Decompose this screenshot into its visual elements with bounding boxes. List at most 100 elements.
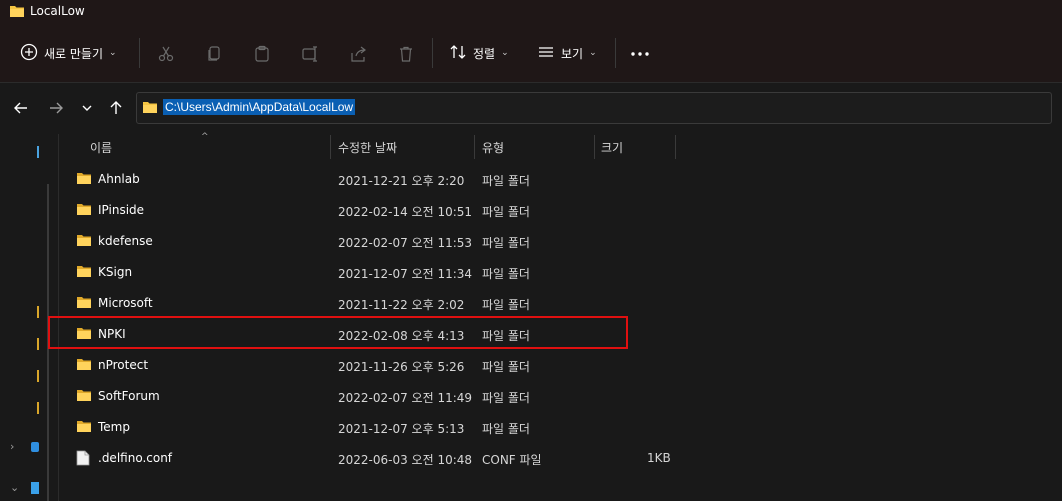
new-button[interactable]: 새로 만들기 ⌄ bbox=[20, 39, 117, 67]
sort-icon bbox=[449, 43, 467, 64]
view-label: 보기 bbox=[561, 46, 584, 61]
file-type: 파일 폴더 bbox=[482, 298, 530, 312]
paste-icon[interactable] bbox=[250, 42, 274, 66]
folder-icon bbox=[76, 357, 92, 374]
file-name: kdefense bbox=[98, 234, 153, 248]
column-divider[interactable] bbox=[330, 135, 331, 159]
column-type[interactable]: 유형 bbox=[482, 139, 504, 156]
list-item[interactable]: IPinside 2022-02-14 오전 10:51 파일 폴더 bbox=[62, 195, 1062, 225]
nav-item-marker bbox=[37, 338, 39, 350]
file-date: 2022-02-07 오전 11:49 bbox=[338, 391, 473, 405]
nav-item-marker bbox=[37, 146, 39, 158]
column-header: ^ 이름 수정한 날짜 유형 크기 bbox=[62, 132, 1062, 161]
chevron-down-icon: ⌄ bbox=[501, 48, 509, 58]
list-item[interactable]: Temp 2021-12-07 오후 5:13 파일 폴더 bbox=[62, 412, 1062, 442]
file-date: 2021-12-21 오후 2:20 bbox=[338, 174, 465, 188]
folder-icon bbox=[76, 295, 92, 312]
file-type: 파일 폴더 bbox=[482, 422, 530, 436]
file-date: 2021-12-07 오전 11:34 bbox=[338, 267, 473, 281]
forward-icon[interactable] bbox=[44, 96, 68, 120]
file-type: 파일 폴더 bbox=[482, 205, 530, 219]
list-item[interactable]: nProtect 2021-11-26 오후 5:26 파일 폴더 bbox=[62, 350, 1062, 380]
file-date: 2021-11-22 오후 2:02 bbox=[338, 298, 465, 312]
folder-icon bbox=[142, 100, 158, 117]
plus-circle-icon bbox=[20, 43, 38, 64]
nav-item-marker bbox=[37, 370, 39, 382]
file-name: nProtect bbox=[98, 358, 149, 372]
toolbar-divider bbox=[139, 38, 140, 68]
chevron-down-icon: ⌄ bbox=[109, 48, 117, 58]
list-item[interactable]: kdefense 2022-02-07 오전 11:53 파일 폴더 bbox=[62, 226, 1062, 256]
file-type: 파일 폴더 bbox=[482, 174, 530, 188]
window-title: LocalLow bbox=[30, 4, 85, 18]
file-name: Temp bbox=[98, 420, 130, 434]
column-divider[interactable] bbox=[474, 135, 475, 159]
sort-label: 정렬 bbox=[473, 46, 496, 61]
file-name: Microsoft bbox=[98, 296, 153, 310]
file-name: .delfino.conf bbox=[98, 451, 173, 465]
title-bar: LocalLow bbox=[0, 0, 1062, 24]
column-divider[interactable] bbox=[675, 135, 676, 159]
list-item[interactable]: Microsoft 2021-11-22 오후 2:02 파일 폴더 bbox=[62, 288, 1062, 318]
chevron-down-icon[interactable]: ⌄ bbox=[10, 481, 19, 494]
folder-icon bbox=[76, 264, 92, 281]
this-pc-icon bbox=[31, 482, 39, 494]
back-icon[interactable] bbox=[9, 96, 33, 120]
file-name: IPinside bbox=[98, 203, 145, 217]
recent-locations-icon[interactable] bbox=[75, 96, 99, 120]
file-date: 2022-02-14 오전 10:51 bbox=[338, 205, 473, 219]
delete-icon[interactable] bbox=[394, 42, 418, 66]
chevron-down-icon: ⌄ bbox=[589, 48, 597, 58]
file-type: 파일 폴더 bbox=[482, 267, 530, 281]
file-date: 2021-12-07 오후 5:13 bbox=[338, 422, 465, 436]
toolbar-divider bbox=[432, 38, 433, 68]
column-size[interactable]: 크기 bbox=[601, 139, 623, 156]
file-date: 2021-11-26 오후 5:26 bbox=[338, 360, 465, 374]
file-name: KSign bbox=[98, 265, 133, 279]
folder-icon bbox=[76, 233, 92, 250]
sort-up-icon: ^ bbox=[201, 132, 209, 142]
file-date: 2022-02-07 오전 11:53 bbox=[338, 236, 473, 250]
file-type: 파일 폴더 bbox=[482, 236, 530, 250]
folder-icon bbox=[76, 171, 92, 188]
file-date: 2022-06-03 오전 10:48 bbox=[338, 453, 473, 467]
new-button-label: 새로 만들기 bbox=[44, 46, 104, 61]
up-icon[interactable] bbox=[104, 96, 128, 120]
file-type: CONF 파일 bbox=[482, 453, 542, 467]
folder-icon bbox=[9, 4, 25, 21]
folder-icon bbox=[76, 419, 92, 436]
file-name: SoftForum bbox=[98, 389, 160, 403]
file-icon bbox=[76, 450, 90, 469]
file-type: 파일 폴더 bbox=[482, 391, 530, 405]
column-name[interactable]: 이름 bbox=[90, 139, 112, 156]
folder-icon bbox=[76, 388, 92, 405]
column-date[interactable]: 수정한 날짜 bbox=[338, 139, 397, 156]
list-item[interactable]: KSign 2021-12-07 오전 11:34 파일 폴더 bbox=[62, 257, 1062, 287]
file-name: Ahnlab bbox=[98, 172, 140, 186]
rename-icon[interactable] bbox=[298, 42, 322, 66]
address-path[interactable]: C:\Users\Admin\AppData\LocalLow bbox=[163, 99, 356, 115]
cut-icon[interactable] bbox=[154, 42, 178, 66]
chevron-right-icon[interactable]: › bbox=[10, 440, 14, 453]
view-list-icon bbox=[537, 43, 555, 64]
file-size: 1KB bbox=[647, 451, 671, 465]
onedrive-icon bbox=[31, 442, 39, 452]
address-input[interactable]: C:\Users\Admin\AppData\LocalLow bbox=[136, 92, 1052, 124]
toolbar-divider bbox=[615, 38, 616, 68]
nav-item-marker bbox=[37, 306, 39, 318]
view-button[interactable]: 보기 ⌄ bbox=[537, 39, 597, 67]
command-bar: 새로 만들기 ⌄ 정렬 ⌄ 보기 ⌄ bbox=[0, 24, 1062, 83]
column-divider[interactable] bbox=[594, 135, 595, 159]
file-type: 파일 폴더 bbox=[482, 360, 530, 374]
nav-item-marker bbox=[37, 402, 39, 414]
list-item[interactable]: SoftForum 2022-02-07 오전 11:49 파일 폴더 bbox=[62, 381, 1062, 411]
copy-icon[interactable] bbox=[202, 42, 226, 66]
address-bar: C:\Users\Admin\AppData\LocalLow bbox=[0, 83, 1062, 133]
sort-button[interactable]: 정렬 ⌄ bbox=[449, 39, 509, 67]
more-options-icon[interactable] bbox=[628, 42, 652, 66]
highlight-box bbox=[48, 316, 628, 349]
share-icon[interactable] bbox=[346, 42, 370, 66]
folder-icon bbox=[76, 202, 92, 219]
list-item[interactable]: .delfino.conf 2022-06-03 오전 10:48 CONF 파… bbox=[62, 443, 1062, 473]
list-item[interactable]: Ahnlab 2021-12-21 오후 2:20 파일 폴더 bbox=[62, 164, 1062, 194]
